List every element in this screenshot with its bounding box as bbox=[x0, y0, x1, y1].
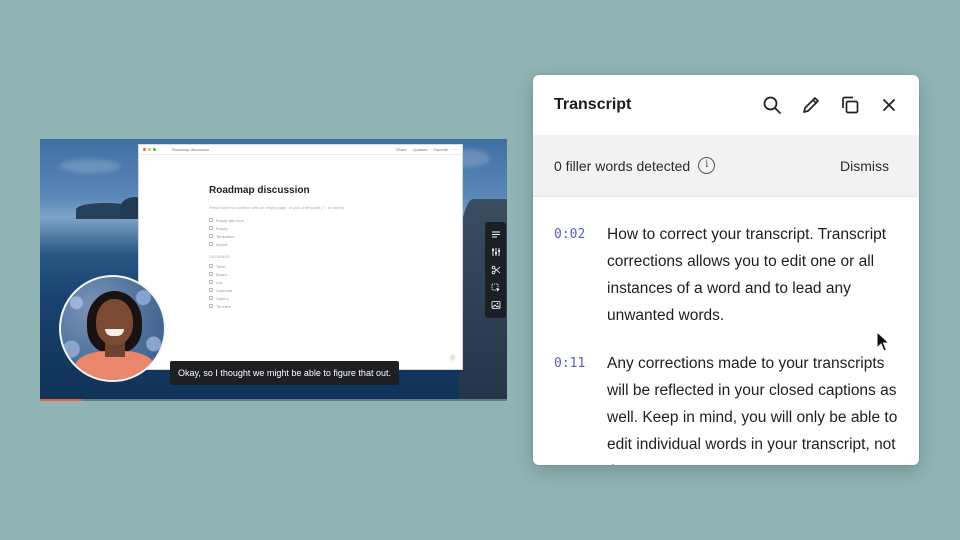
sliders-icon[interactable] bbox=[491, 247, 501, 257]
timeline-icon bbox=[209, 304, 213, 308]
webcam-bubble[interactable] bbox=[59, 275, 166, 382]
copy-icon bbox=[842, 96, 859, 114]
database-option[interactable]: Table bbox=[209, 262, 462, 270]
video-player[interactable]: Roadmap discussion Share Updates Favorit… bbox=[40, 139, 507, 401]
transcript-entry: 0:11 Any corrections made to your transc… bbox=[554, 350, 899, 465]
entry-timestamp[interactable]: 0:02 bbox=[554, 221, 607, 329]
doc-option[interactable]: Templates bbox=[209, 232, 462, 240]
window-action-favorite[interactable]: Favorite bbox=[434, 147, 448, 152]
transcript-header-actions bbox=[762, 95, 899, 115]
doc-title[interactable]: Roadmap discussion bbox=[209, 185, 462, 196]
window-actions: Share Updates Favorite ··· bbox=[396, 147, 458, 152]
help-button[interactable]: ? bbox=[449, 354, 456, 361]
search-button[interactable] bbox=[762, 95, 782, 115]
import-icon bbox=[209, 242, 213, 246]
page-icon bbox=[209, 218, 213, 222]
doc-section-label: DATABASE bbox=[209, 254, 230, 259]
cloud bbox=[60, 159, 120, 173]
window-titlebar: Roadmap discussion Share Updates Favorit… bbox=[139, 145, 462, 155]
scissors-icon[interactable] bbox=[491, 265, 501, 275]
filler-words-status: 0 filler words detected bbox=[554, 157, 691, 174]
transcript-header: Transcript bbox=[533, 75, 919, 135]
notes-app-window: Roadmap discussion Share Updates Favorit… bbox=[138, 144, 463, 370]
list-icon bbox=[209, 280, 213, 284]
copy-button[interactable] bbox=[840, 95, 860, 115]
transcript-title: Transcript bbox=[554, 96, 632, 113]
document: Roadmap discussion Press Enter to contin… bbox=[139, 155, 462, 310]
database-options: Table Board List Calendar Gallery Timeli… bbox=[209, 262, 462, 310]
close-dot-icon[interactable] bbox=[143, 148, 146, 151]
entry-text[interactable]: Any corrections made to your transcripts… bbox=[607, 350, 899, 465]
gallery-icon bbox=[209, 296, 213, 300]
database-option[interactable]: Board bbox=[209, 270, 462, 278]
transcript-panel: Transcript 0 filler words detected i Dis… bbox=[533, 75, 919, 465]
select-icon[interactable] bbox=[491, 283, 501, 293]
mouse-pointer-icon bbox=[876, 331, 890, 352]
entry-text[interactable]: How to correct your transcript. Transcri… bbox=[607, 221, 899, 329]
entry-timestamp[interactable]: 0:11 bbox=[554, 350, 607, 465]
doc-options: Empty with icon Empty Templates Import bbox=[209, 216, 462, 248]
edit-button[interactable] bbox=[801, 95, 821, 115]
database-option[interactable]: Timeline bbox=[209, 302, 462, 310]
doc-option[interactable]: Empty with icon bbox=[209, 216, 462, 224]
window-breadcrumb[interactable]: Roadmap discussion bbox=[172, 147, 209, 152]
doc-option[interactable]: Empty bbox=[209, 224, 462, 232]
info-icon[interactable]: i bbox=[698, 157, 716, 174]
close-button[interactable] bbox=[879, 95, 899, 115]
search-icon bbox=[763, 96, 781, 114]
transcript-entries: 0:02 How to correct your transcript. Tra… bbox=[533, 197, 919, 465]
table-icon bbox=[209, 264, 213, 268]
doc-option[interactable]: Import bbox=[209, 240, 462, 248]
window-action-updates[interactable]: Updates bbox=[413, 147, 428, 152]
window-action-more[interactable]: ··· bbox=[454, 147, 458, 152]
video-edit-toolbar bbox=[485, 222, 506, 318]
board-icon bbox=[209, 272, 213, 276]
database-option[interactable]: Calendar bbox=[209, 286, 462, 294]
database-option[interactable]: Gallery bbox=[209, 294, 462, 302]
image-icon[interactable] bbox=[491, 300, 501, 310]
dismiss-button[interactable]: Dismiss bbox=[840, 158, 889, 174]
window-action-share[interactable]: Share bbox=[396, 147, 407, 152]
doc-hint: Press Enter to continue with an empty pa… bbox=[209, 205, 344, 210]
pencil-icon bbox=[803, 97, 819, 113]
zoom-dot-icon[interactable] bbox=[153, 148, 156, 151]
calendar-icon bbox=[209, 288, 213, 292]
closed-caption: Okay, so I thought we might be able to f… bbox=[170, 361, 399, 385]
database-option[interactable]: List bbox=[209, 278, 462, 286]
close-icon bbox=[883, 99, 895, 111]
page-icon bbox=[209, 226, 213, 230]
video-progress-fill bbox=[40, 399, 83, 401]
video-progress-bar[interactable] bbox=[40, 399, 507, 401]
presenter-face bbox=[96, 299, 133, 345]
minimize-dot-icon[interactable] bbox=[148, 148, 151, 151]
template-icon bbox=[209, 234, 213, 238]
lines-icon[interactable] bbox=[491, 230, 501, 240]
transcript-entry: 0:02 How to correct your transcript. Tra… bbox=[554, 221, 899, 329]
filler-words-banner: 0 filler words detected i Dismiss bbox=[533, 135, 919, 197]
